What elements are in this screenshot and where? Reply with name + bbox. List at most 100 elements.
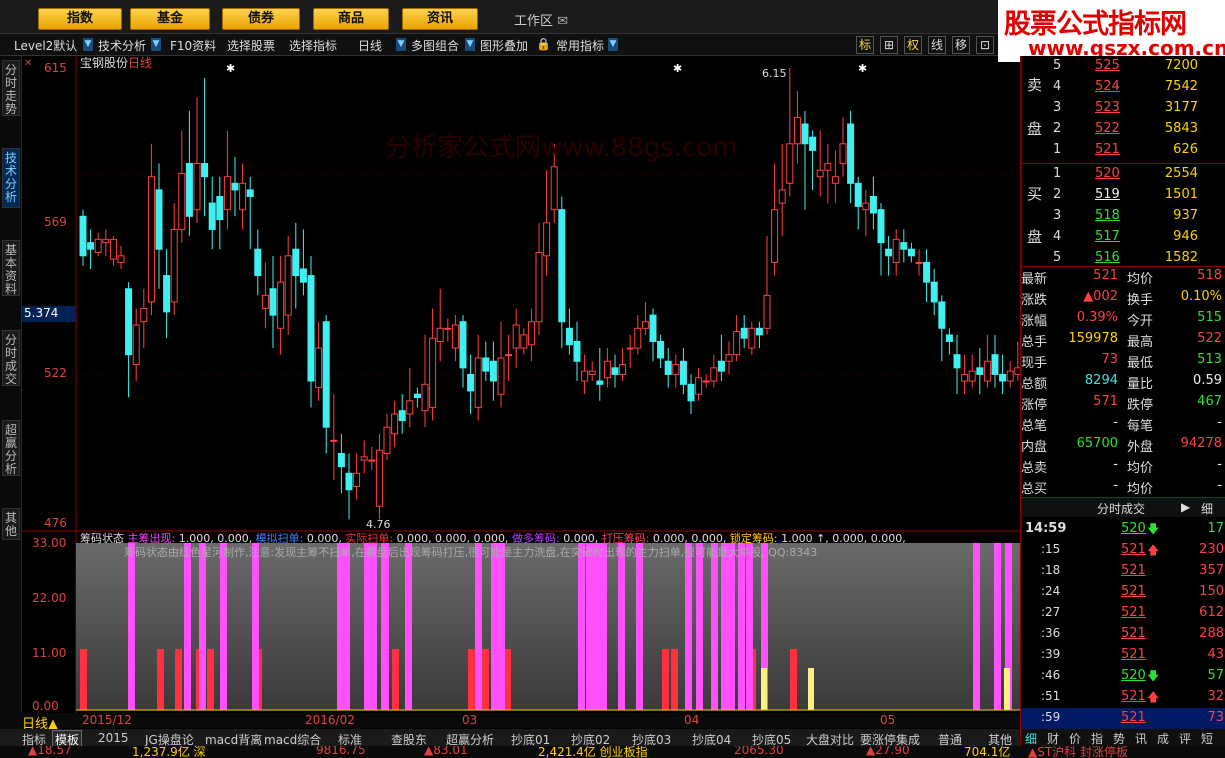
- status-item: ▲18.57: [28, 746, 72, 757]
- trade-row[interactable]: :18 521 357: [1021, 561, 1225, 582]
- orderbook-row[interactable]: 1 520 2554: [1021, 166, 1225, 187]
- candle-body: [109, 238, 117, 260]
- orderbook-price: 519: [1095, 187, 1120, 202]
- right-tab[interactable]: 短: [1201, 730, 1213, 747]
- toolbar-level2-default[interactable]: Level2默认: [14, 37, 77, 54]
- orderbook-row[interactable]: 3 518 937: [1021, 208, 1225, 229]
- signal-marker: ✱: [673, 62, 682, 75]
- mark-icon[interactable]: 标: [856, 36, 874, 54]
- chip-bar-pink: [252, 543, 259, 710]
- menu-bond-button[interactable]: 债券: [222, 8, 300, 30]
- chip-bar-pink: [491, 543, 498, 710]
- toolbar-dropdown-icon[interactable]: ▼: [396, 38, 406, 51]
- candle-body: [907, 248, 915, 257]
- quote-label: 涨跌: [1021, 293, 1048, 308]
- toolbar-dropdown-icon[interactable]: ▼: [151, 38, 161, 51]
- chip-bar-red: [482, 649, 489, 710]
- bottom-tab[interactable]: 2015: [98, 731, 129, 745]
- candle-body: [725, 354, 733, 362]
- right-tab[interactable]: 细: [1025, 730, 1037, 747]
- toolbar-f10[interactable]: F10资料: [170, 37, 216, 54]
- maximize-icon[interactable]: ⊡: [976, 36, 994, 54]
- candle-body: [299, 268, 307, 283]
- quote-label: 外盘: [1127, 440, 1154, 455]
- orderbook-row[interactable]: 4 517 946: [1021, 229, 1225, 250]
- quote-row: 最新 521 均价 518: [1021, 268, 1225, 289]
- right-tab[interactable]: 势: [1113, 730, 1125, 747]
- trade-time: 14:59: [1025, 521, 1067, 536]
- toolbar-dropdown-icon[interactable]: ▼: [608, 38, 618, 51]
- candle-body: [489, 360, 497, 382]
- orderbook-row[interactable]: 2 522 5843: [1021, 121, 1225, 142]
- candle-body: [353, 472, 361, 487]
- trade-row[interactable]: :51 521 🡅 32: [1021, 687, 1225, 708]
- candle-body: [330, 439, 338, 442]
- trade-row[interactable]: 14:59 520 🡇 17: [1021, 519, 1225, 540]
- candle-body: [170, 228, 178, 303]
- trade-row[interactable]: :36 521 288: [1021, 624, 1225, 645]
- candle-body: [231, 182, 239, 191]
- trades-expand-icon[interactable]: ▶: [1181, 500, 1190, 514]
- candle-body: [679, 360, 687, 385]
- menu-fund-button[interactable]: 基金: [130, 8, 210, 30]
- status-item: 704.1亿: [964, 746, 1011, 758]
- menu-index-button[interactable]: 指数: [38, 8, 122, 30]
- candle-body: [976, 367, 984, 375]
- candle-body: [930, 281, 938, 303]
- quote-row: 内盘 65700 外盘 94278: [1021, 436, 1225, 457]
- toolbar-dropdown-icon[interactable]: ▼: [465, 38, 475, 51]
- trade-row[interactable]: :39 521 43: [1021, 645, 1225, 666]
- grid-icon[interactable]: ⊞: [880, 36, 898, 54]
- close-icon[interactable]: ✕: [24, 58, 32, 69]
- right-tab[interactable]: 评: [1179, 730, 1191, 747]
- orderbook-volume: 7542: [1164, 79, 1198, 94]
- toolbar-select-stock[interactable]: 选择股票: [227, 37, 275, 54]
- right-tab[interactable]: 价: [1069, 730, 1081, 747]
- trade-row[interactable]: :15 521 🡅 230: [1021, 540, 1225, 561]
- right-tab[interactable]: 讯: [1135, 730, 1147, 747]
- quote-label: 均价: [1127, 482, 1154, 497]
- trade-row[interactable]: :24 521 150: [1021, 582, 1225, 603]
- trade-row[interactable]: :27 521 612: [1021, 603, 1225, 624]
- right-tab[interactable]: 指: [1091, 730, 1103, 747]
- move-icon[interactable]: 移: [952, 36, 970, 54]
- trade-volume: 57: [1207, 668, 1224, 683]
- chip-bar-red: [80, 649, 87, 710]
- toolbar-overlay[interactable]: 图形叠加: [480, 37, 528, 54]
- candle-body: [717, 360, 725, 372]
- orderbook-row[interactable]: 4 524 7542: [1021, 79, 1225, 100]
- quote-value: 0.10%: [1180, 289, 1222, 304]
- toolbar-common-indicators[interactable]: 常用指标: [556, 37, 604, 54]
- trades-detail-tab[interactable]: 细: [1201, 500, 1213, 517]
- orderbook-row[interactable]: 1 521 626: [1021, 142, 1225, 163]
- right-bottom-tabs: 细财价指势讯成评短: [1021, 729, 1225, 746]
- toolbar-multi-chart[interactable]: 多图组合: [411, 37, 459, 54]
- trades-title: 分时成交: [1097, 502, 1146, 516]
- orderbook-row[interactable]: 2 519 1501: [1021, 187, 1225, 208]
- line-icon[interactable]: 线: [928, 36, 946, 54]
- workarea-menu[interactable]: 工作区 ✉: [514, 10, 568, 29]
- toolbar-daily[interactable]: 日线: [358, 37, 382, 54]
- trade-price: 520: [1121, 668, 1146, 683]
- right-tab[interactable]: 成: [1157, 730, 1169, 747]
- menu-news-button[interactable]: 资讯: [402, 8, 478, 30]
- orderbook-row[interactable]: 3 523 3177: [1021, 100, 1225, 121]
- toolbar-dropdown-icon[interactable]: ▼: [83, 38, 93, 51]
- trade-row[interactable]: :46 520 🡇 57: [1021, 666, 1225, 687]
- trade-price: 521: [1121, 626, 1146, 641]
- price-chart[interactable]: ✱ ✱ ✱ 分析家公式网www.88gs.com: [0, 56, 1020, 713]
- toolbar-tech-analysis[interactable]: 技术分析: [98, 37, 146, 54]
- trade-time: :27: [1041, 605, 1061, 619]
- candle-body: [847, 123, 855, 184]
- rights-icon[interactable]: 权: [904, 36, 922, 54]
- candle-body: [254, 248, 262, 277]
- trade-row[interactable]: :59 521 73: [1021, 708, 1225, 729]
- orderbook-row[interactable]: 5 525 7200: [1021, 58, 1225, 79]
- orderbook-volume: 937: [1173, 208, 1198, 223]
- candle-body: [687, 383, 695, 402]
- lock-icon[interactable]: 🔒: [536, 37, 551, 51]
- toolbar-select-indicator[interactable]: 选择指标: [289, 37, 337, 54]
- menu-commodity-button[interactable]: 商品: [313, 8, 389, 30]
- right-tab[interactable]: 财: [1047, 730, 1059, 747]
- chip-bar-pink: [364, 543, 371, 710]
